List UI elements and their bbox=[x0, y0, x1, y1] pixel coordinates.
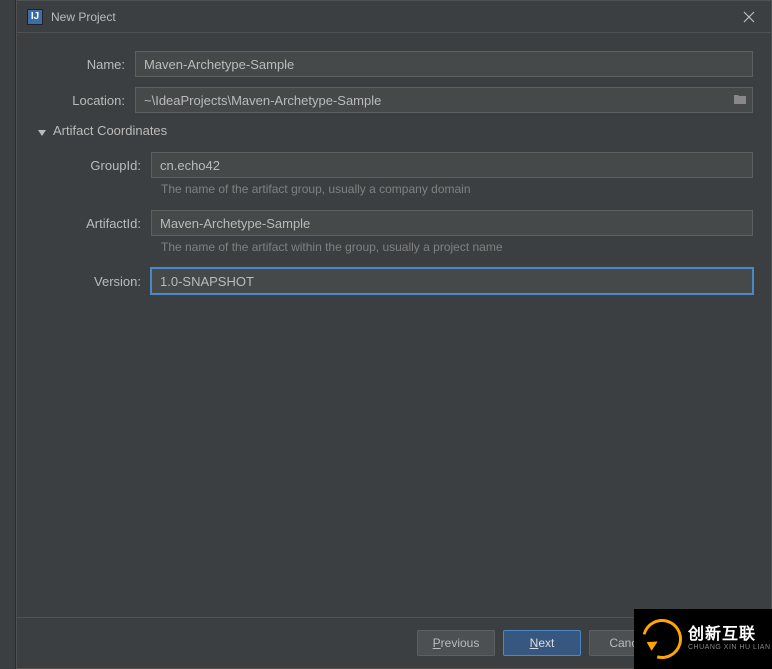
window-title: New Project bbox=[51, 10, 737, 24]
logo-text-en: CHUANG XIN HU LIAN bbox=[688, 644, 771, 652]
next-button[interactable]: Next bbox=[503, 630, 581, 656]
name-label: Name: bbox=[35, 57, 135, 72]
artifactid-label: ArtifactId: bbox=[35, 216, 151, 231]
artifactid-hint: The name of the artifact within the grou… bbox=[161, 240, 753, 254]
previous-button[interactable]: Previous bbox=[417, 630, 495, 656]
version-input[interactable] bbox=[151, 268, 753, 294]
logo-text-cn: 创新互联 bbox=[688, 626, 771, 644]
browse-folder-icon[interactable] bbox=[733, 92, 747, 108]
titlebar: IJ New Project bbox=[17, 1, 771, 33]
groupid-input[interactable] bbox=[151, 152, 753, 178]
expand-triangle-icon bbox=[37, 126, 47, 136]
groupid-label: GroupId: bbox=[35, 158, 151, 173]
artifact-coordinates-toggle[interactable]: Artifact Coordinates bbox=[37, 123, 753, 138]
close-icon bbox=[743, 11, 755, 23]
close-button[interactable] bbox=[737, 5, 761, 29]
version-label: Version: bbox=[35, 274, 151, 289]
name-input[interactable] bbox=[135, 51, 753, 77]
location-label: Location: bbox=[35, 93, 135, 108]
background-sidebar bbox=[0, 0, 16, 669]
logo-mark-icon bbox=[635, 612, 690, 667]
app-icon: IJ bbox=[27, 9, 43, 25]
new-project-dialog: IJ New Project Name: Location: Artifact … bbox=[16, 0, 772, 669]
watermark-logo: 创新互联 CHUANG XIN HU LIAN bbox=[634, 609, 772, 669]
artifact-coordinates-label: Artifact Coordinates bbox=[53, 123, 167, 138]
artifactid-input[interactable] bbox=[151, 210, 753, 236]
groupid-hint: The name of the artifact group, usually … bbox=[161, 182, 753, 196]
dialog-content: Name: Location: Artifact Coordinates Gro… bbox=[17, 33, 771, 617]
location-input[interactable] bbox=[135, 87, 753, 113]
